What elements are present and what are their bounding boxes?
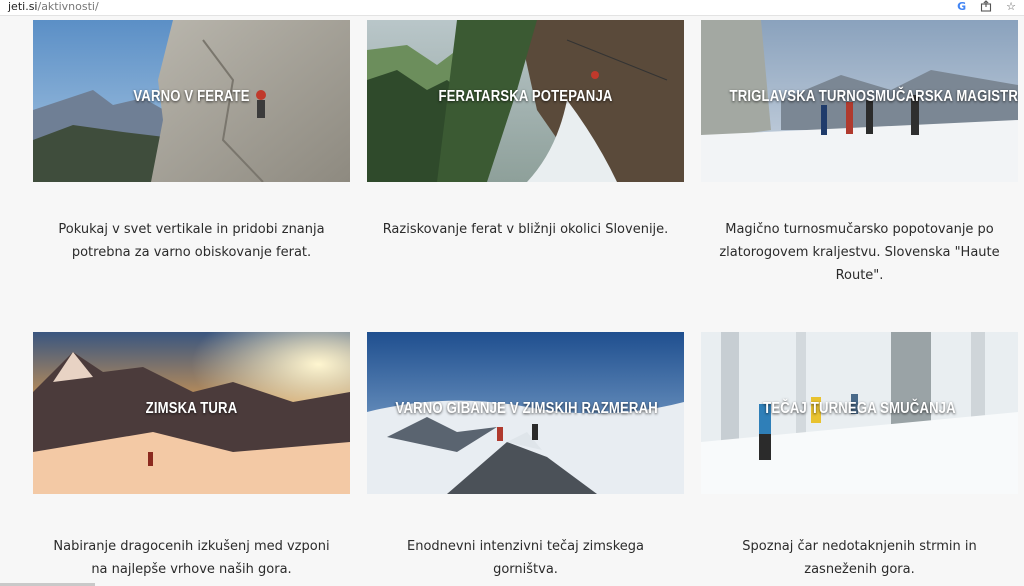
desc-line: potrebna za varno obiskovanje ferat. xyxy=(71,245,312,260)
bookmark-star-icon[interactable]: ☆ xyxy=(1006,1,1016,13)
activity-card-zimska-tura[interactable]: ZIMSKA TURA Nabiranje dragocenih izkušen… xyxy=(33,332,350,577)
desc-line: Raziskovanje ferat v bližnji okolici Slo… xyxy=(382,222,669,237)
card-title[interactable]: VARNO V FERATE xyxy=(62,88,322,106)
card-image-waterfall-ferrata[interactable]: FERATARSKA POTEPANJA xyxy=(367,20,684,182)
card-title[interactable]: TRIGLAVSKA TURNOSMUČARSKA MAGISTRALA xyxy=(730,88,1018,106)
activity-card-triglavska-magistrala[interactable]: TRIGLAVSKA TURNOSMUČARSKA MAGISTRALA Mag… xyxy=(701,20,1018,283)
card-title[interactable]: ZIMSKA TURA xyxy=(62,400,322,418)
url-host: jeti.si xyxy=(8,0,38,13)
card-title[interactable]: VARNO GIBANJE V ZIMSKIH RAZMERAH xyxy=(396,400,658,418)
card-description: Pokukaj v svet vertikale in pridobi znan… xyxy=(33,218,350,264)
desc-line: zasneženih gora. xyxy=(804,562,915,577)
desc-line: Magično turnosmučarsko popotovanje po xyxy=(725,222,994,237)
url-text[interactable]: jeti.si/aktivnosti/ xyxy=(8,0,99,14)
card-image-climber-on-rock[interactable]: VARNO V FERATE xyxy=(33,20,350,182)
card-description: Magično turnosmučarsko popotovanje po zl… xyxy=(701,218,1018,287)
card-description: Spoznaj čar nedotaknjenih strmin in zasn… xyxy=(701,535,1018,581)
share-icon[interactable] xyxy=(980,0,992,15)
card-description: Raziskovanje ferat v bližnji okolici Slo… xyxy=(367,218,684,241)
activity-card-tecaj-turnega-smucanja[interactable]: TEČAJ TURNEGA SMUČANJA Spoznaj čar nedot… xyxy=(701,332,1018,577)
activity-card-varno-v-ferate[interactable]: VARNO V FERATE Pokukaj v svet vertikale … xyxy=(33,20,350,260)
desc-line: zlatorogovem kraljestvu. Slovenska "Haut… xyxy=(719,245,1000,260)
desc-line: Route". xyxy=(835,268,884,283)
card-image-snowy-forest-skiers[interactable]: TEČAJ TURNEGA SMUČANJA xyxy=(701,332,1018,494)
card-description: Nabiranje dragocenih izkušenj med vzponi… xyxy=(33,535,350,581)
desc-line: Enodnevni intenzivni tečaj zimskega xyxy=(407,539,644,554)
desc-line: Nabiranje dragocenih izkušenj med vzponi xyxy=(53,539,330,554)
browser-address-bar[interactable]: jeti.si/aktivnosti/ G ☆ xyxy=(0,0,1024,16)
desc-line: Pokukaj v svet vertikale in pridobi znan… xyxy=(58,222,325,237)
card-image-sunset-winter-ridge[interactable]: ZIMSKA TURA xyxy=(33,332,350,494)
desc-line: na najlepše vrhove naših gora. xyxy=(91,562,292,577)
activity-card-feratarska-potepanja[interactable]: FERATARSKA POTEPANJA Raziskovanje ferat … xyxy=(367,20,684,237)
card-image-ski-touring-group[interactable]: TRIGLAVSKA TURNOSMUČARSKA MAGISTRALA xyxy=(701,20,1018,182)
desc-line: Spoznaj čar nedotaknjenih strmin in xyxy=(742,539,977,554)
desc-line: gorništva. xyxy=(493,562,558,577)
card-title[interactable]: FERATARSKA POTEPANJA xyxy=(396,88,656,106)
google-icon[interactable]: G xyxy=(957,1,966,13)
activity-card-varno-gibanje-zimskih[interactable]: VARNO GIBANJE V ZIMSKIH RAZMERAH Enodnev… xyxy=(367,332,684,577)
card-title[interactable]: TEČAJ TURNEGA SMUČANJA xyxy=(730,400,990,418)
url-path: /aktivnosti/ xyxy=(37,0,99,13)
card-description: Enodnevni intenzivni tečaj zimskega gorn… xyxy=(367,535,684,581)
card-image-summit-above-clouds[interactable]: VARNO GIBANJE V ZIMSKIH RAZMERAH xyxy=(367,332,684,494)
